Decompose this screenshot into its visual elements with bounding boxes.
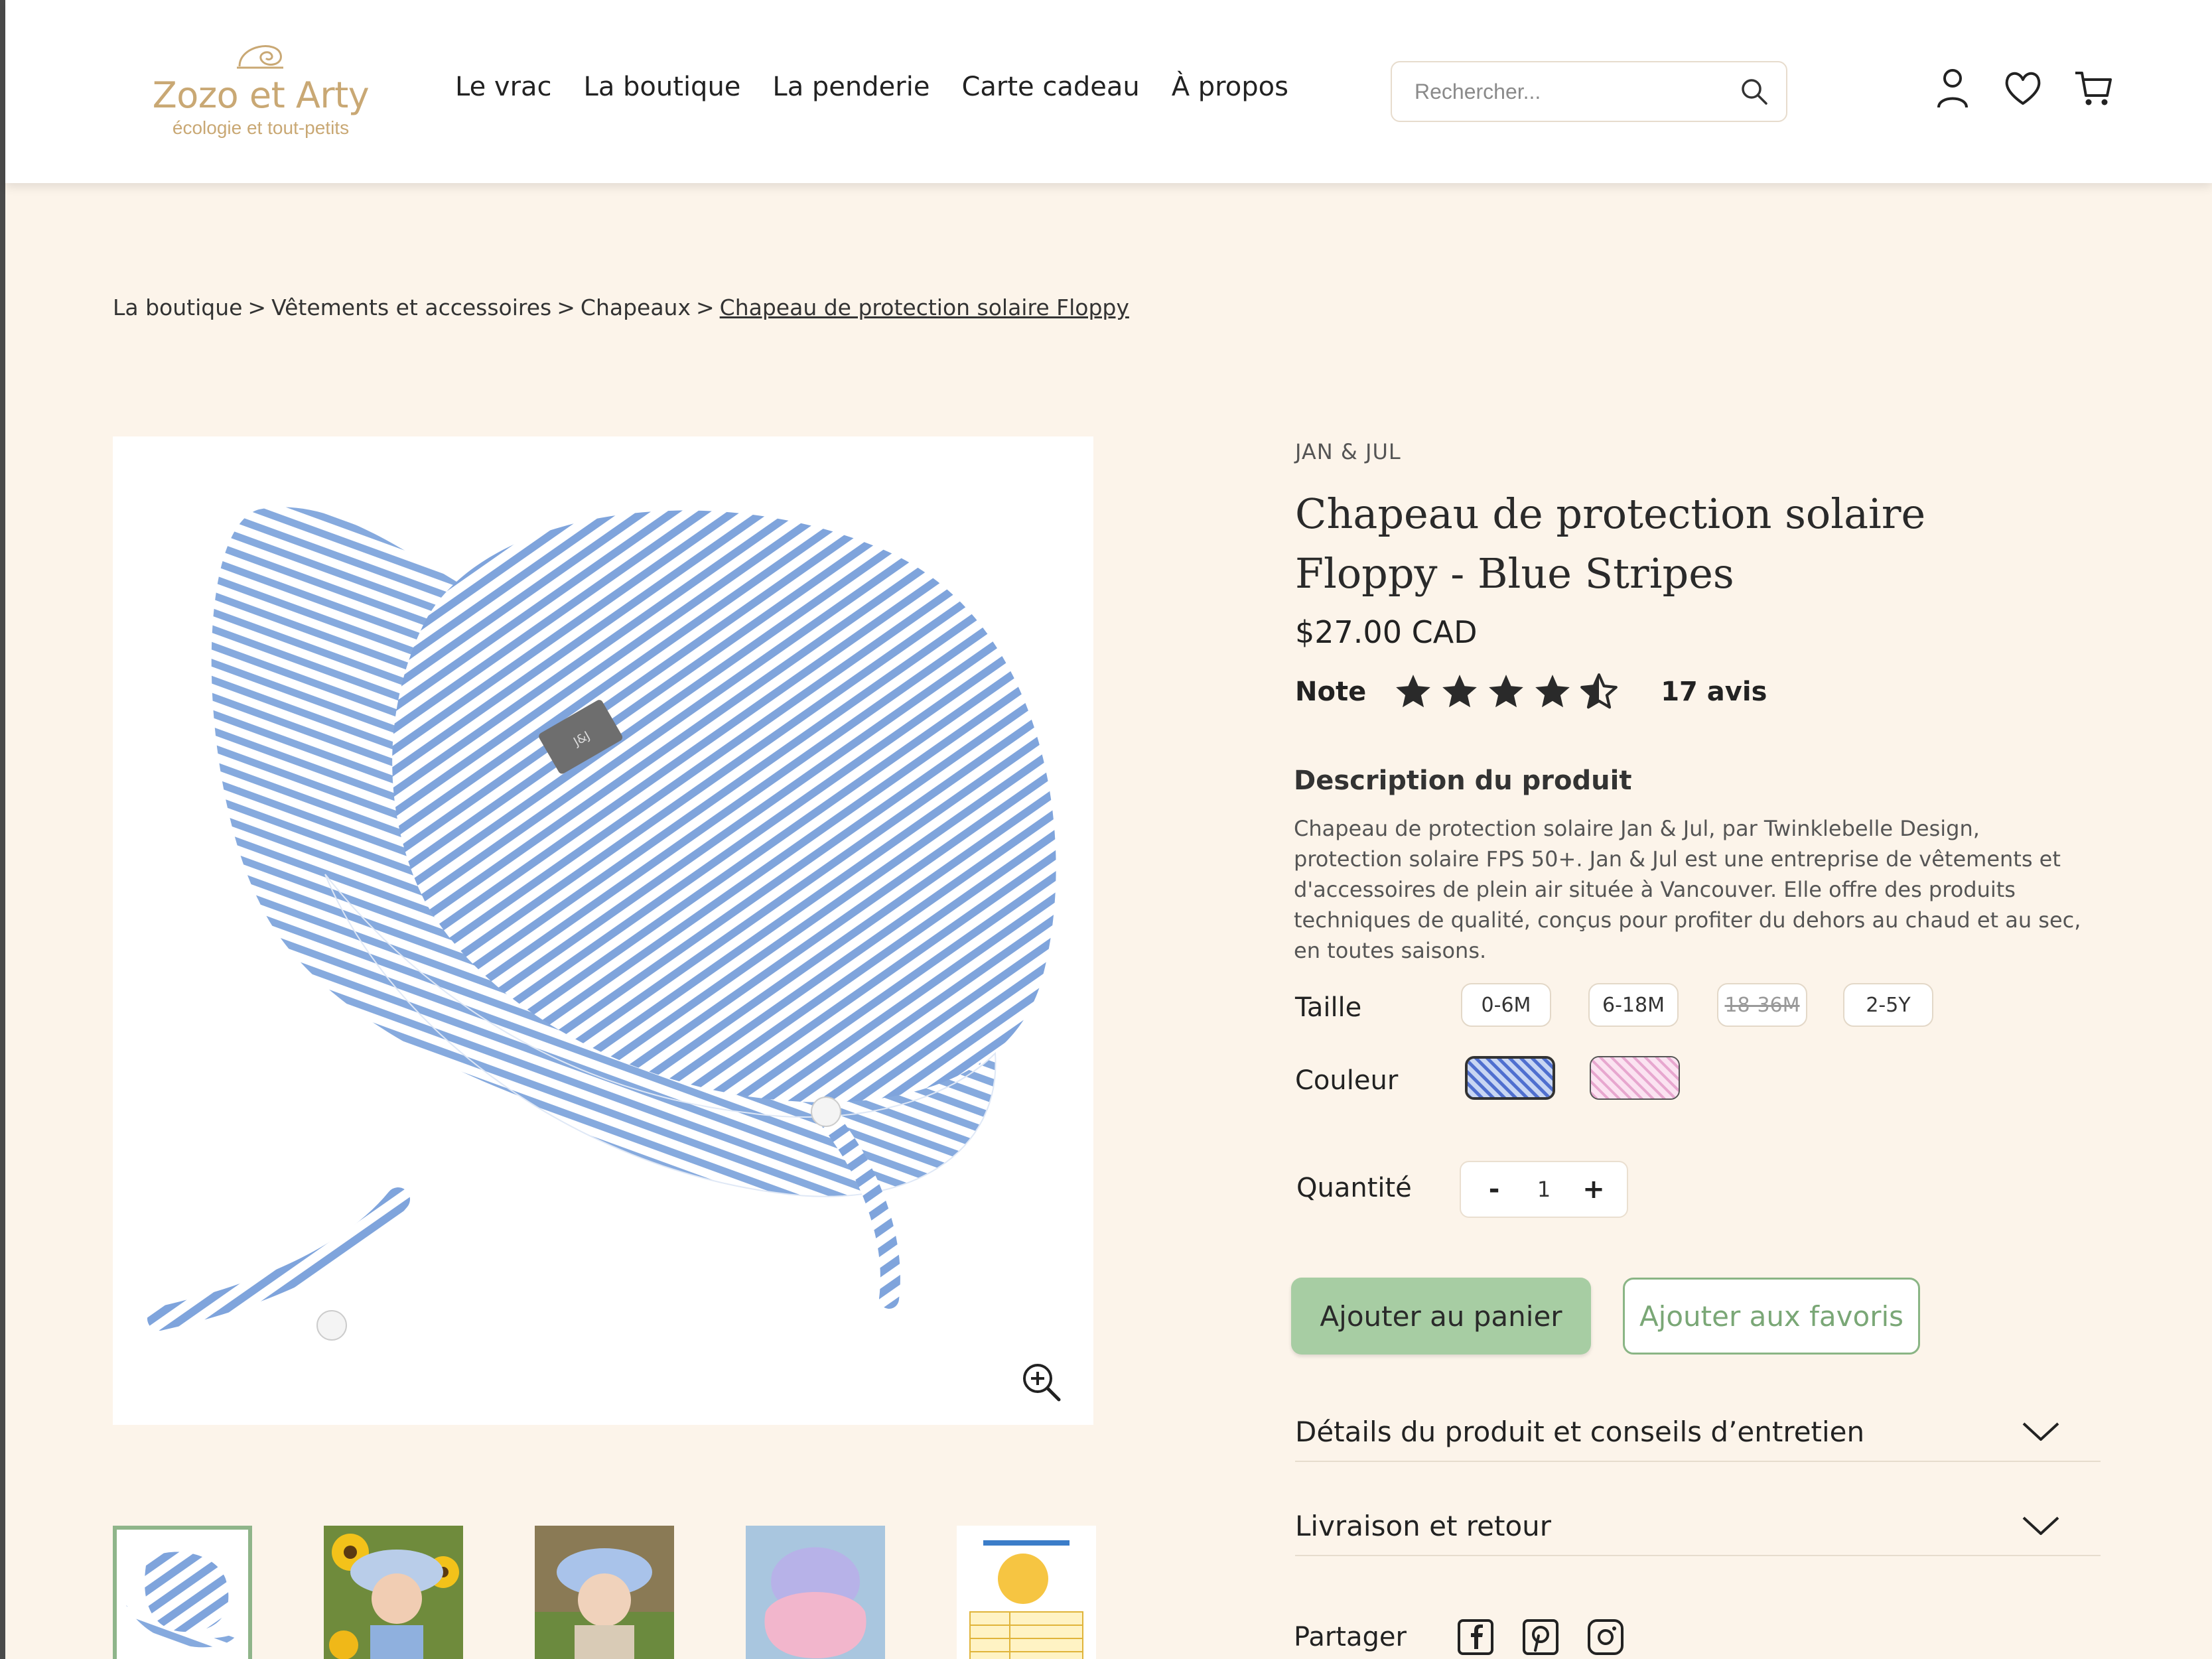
chevron-down-icon bbox=[2022, 1422, 2059, 1441]
quantity-value[interactable]: 1 bbox=[1537, 1177, 1551, 1202]
star-icon bbox=[1489, 675, 1524, 708]
accordion-product-details[interactable]: Détails du produit et conseils d’entreti… bbox=[1295, 1402, 2101, 1462]
site-header: Zozo et Arty écologie et tout-petits Le … bbox=[5, 0, 2212, 183]
color-swatch-blue-stripes[interactable] bbox=[1465, 1056, 1555, 1100]
main-nav: Le vrac La boutique La penderie Carte ca… bbox=[455, 72, 1288, 102]
size-option-0-6m[interactable]: 0-6M bbox=[1461, 983, 1551, 1027]
search-input[interactable] bbox=[1415, 79, 1738, 104]
nav-item-le-vrac[interactable]: Le vrac bbox=[455, 72, 552, 102]
share-label: Partager bbox=[1294, 1622, 1407, 1652]
accordion-label: Détails du produit et conseils d’entreti… bbox=[1295, 1415, 1865, 1448]
product-title-line2: Floppy - Blue Stripes bbox=[1295, 549, 1734, 598]
thumbnail-child-sunflowers[interactable] bbox=[324, 1526, 463, 1659]
window-edge bbox=[0, 0, 5, 1659]
breadcrumb-item-boutique[interactable]: La boutique bbox=[113, 295, 242, 320]
accordion-label: Livraison et retour bbox=[1295, 1509, 1552, 1542]
user-icon[interactable] bbox=[1932, 66, 1973, 110]
product-rating: Note 17 avis bbox=[1295, 671, 1767, 712]
cart-icon[interactable] bbox=[2073, 66, 2114, 110]
nav-item-la-boutique[interactable]: La boutique bbox=[584, 72, 741, 102]
star-half-icon bbox=[1580, 673, 1618, 709]
share-row: Partager bbox=[1294, 1619, 1652, 1656]
quantity-label: Quantité bbox=[1296, 1173, 1412, 1203]
quantity-increase-button[interactable]: + bbox=[1580, 1174, 1607, 1205]
product-title-line1: Chapeau de protection solaire bbox=[1295, 490, 1926, 538]
facebook-icon[interactable] bbox=[1457, 1619, 1494, 1656]
heart-icon[interactable] bbox=[2002, 66, 2043, 110]
product-brand[interactable]: JAN & JUL bbox=[1295, 439, 1401, 464]
size-option-18-36m[interactable]: 18-36M bbox=[1717, 983, 1807, 1027]
nav-item-a-propos[interactable]: À propos bbox=[1172, 72, 1288, 102]
snail-logo-icon bbox=[237, 45, 283, 69]
product-price: $27.00 CAD bbox=[1295, 614, 1478, 650]
striped-sun-hat-image: J&J bbox=[147, 507, 1056, 1341]
logo-name: Zozo et Arty bbox=[152, 74, 370, 116]
search-bar bbox=[1391, 61, 1787, 122]
logo-tagline: écologie et tout-petits bbox=[172, 117, 350, 138]
product-main-image[interactable]: J&J bbox=[113, 436, 1093, 1425]
header-actions bbox=[1932, 66, 2114, 110]
breadcrumb: La boutique > Vêtements et accessoires > Cha… bbox=[113, 295, 1129, 320]
breadcrumb-separator: > bbox=[557, 295, 575, 320]
pinterest-icon[interactable] bbox=[1522, 1619, 1559, 1656]
thumbnail-baby-grass[interactable] bbox=[535, 1526, 674, 1659]
rating-stars[interactable] bbox=[1393, 671, 1620, 712]
accordion-shipping-returns[interactable]: Livraison et retour bbox=[1295, 1496, 2101, 1556]
star-icon bbox=[1442, 675, 1478, 708]
breadcrumb-item-chapeaux[interactable]: Chapeaux bbox=[581, 295, 691, 320]
instagram-icon[interactable] bbox=[1587, 1619, 1624, 1656]
thumbnail-strip bbox=[113, 1526, 1096, 1659]
thumbnail-hat[interactable] bbox=[113, 1526, 252, 1659]
nav-item-la-penderie[interactable]: La penderie bbox=[772, 72, 930, 102]
quantity-decrease-button[interactable]: - bbox=[1481, 1174, 1507, 1205]
breadcrumb-item-vetements[interactable]: Vêtements et accessoires bbox=[271, 295, 551, 320]
size-label: Taille bbox=[1295, 992, 1362, 1023]
color-label: Couleur bbox=[1295, 1065, 1399, 1096]
star-icon bbox=[1396, 675, 1431, 708]
thumbnail-size-chart[interactable] bbox=[957, 1526, 1096, 1659]
nav-item-carte-cadeau[interactable]: Carte cadeau bbox=[961, 72, 1139, 102]
size-option-2-5y[interactable]: 2-5Y bbox=[1843, 983, 1933, 1027]
size-option-6-18m[interactable]: 6-18M bbox=[1588, 983, 1679, 1027]
description-title: Description du produit bbox=[1294, 765, 1632, 796]
chevron-down-icon bbox=[2022, 1516, 2059, 1535]
star-icon bbox=[1535, 675, 1570, 708]
add-to-favorites-button[interactable]: Ajouter aux favoris bbox=[1623, 1278, 1920, 1355]
add-to-cart-button[interactable]: Ajouter au panier bbox=[1291, 1278, 1591, 1355]
zoom-in-icon[interactable] bbox=[1019, 1360, 1064, 1405]
description-text: Chapeau de protection solaire Jan & Jul,… bbox=[1294, 816, 2081, 963]
product-title: Chapeau de protection solaire Floppy - B… bbox=[1295, 484, 1959, 604]
search-icon[interactable] bbox=[1738, 76, 1770, 107]
thumbnail-hats-pair[interactable] bbox=[746, 1526, 885, 1659]
quantity-stepper: - 1 + bbox=[1460, 1161, 1628, 1218]
rating-label: Note bbox=[1295, 677, 1367, 707]
breadcrumb-separator: > bbox=[696, 295, 715, 320]
review-count[interactable]: 17 avis bbox=[1661, 677, 1767, 707]
logo[interactable]: Zozo et Arty écologie et tout-petits bbox=[145, 34, 377, 161]
breadcrumb-current[interactable]: Chapeau de protection solaire Floppy bbox=[720, 295, 1129, 320]
breadcrumb-separator: > bbox=[247, 295, 267, 320]
color-swatch-pink-stripes[interactable] bbox=[1590, 1056, 1680, 1100]
